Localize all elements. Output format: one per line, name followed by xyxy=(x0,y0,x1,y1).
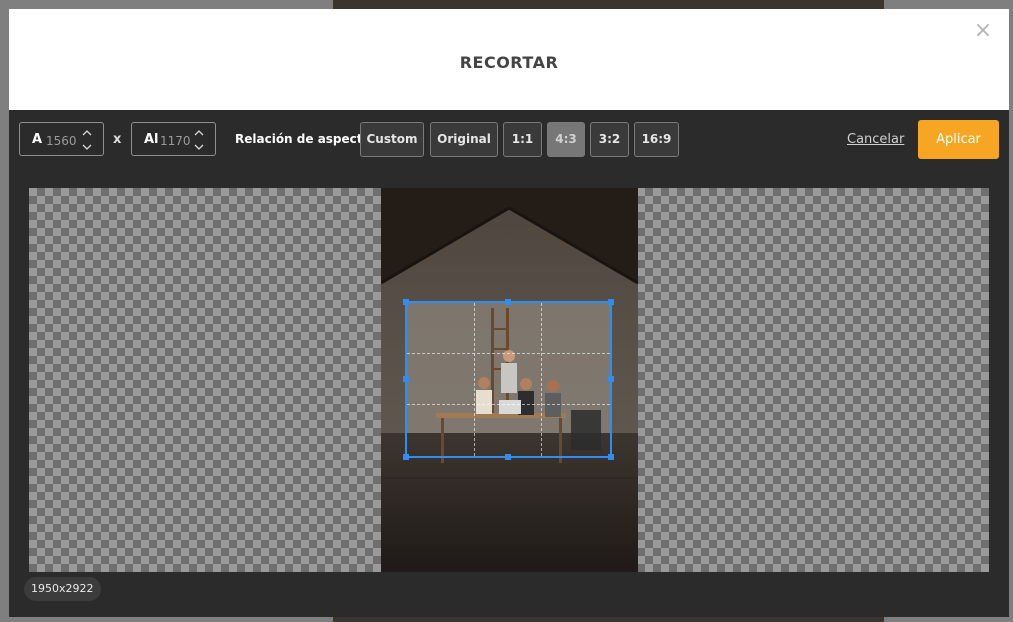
crop-guide-horizontal xyxy=(407,353,610,355)
width-value[interactable]: 1560 xyxy=(46,134,77,148)
height-input[interactable]: Al 1170 xyxy=(131,122,216,156)
ratio-custom-button[interactable]: Custom xyxy=(360,122,424,157)
image-size-badge: 1950x2922 xyxy=(24,577,101,601)
crop-handle-bottom-left[interactable] xyxy=(403,454,409,460)
ratio-1-1-button[interactable]: 1:1 xyxy=(503,122,542,157)
crop-handle-right[interactable] xyxy=(608,376,614,382)
width-label: A xyxy=(32,132,43,147)
cancel-link[interactable]: Cancelar xyxy=(847,132,904,147)
crop-selection[interactable] xyxy=(403,299,614,460)
crop-handle-bottom-right[interactable] xyxy=(608,454,614,460)
height-value[interactable]: 1170 xyxy=(160,134,191,148)
crop-canvas[interactable] xyxy=(29,188,989,572)
crop-handle-top[interactable] xyxy=(505,299,511,305)
height-stepper-icon[interactable] xyxy=(193,127,205,153)
crop-guide-vertical xyxy=(473,303,475,456)
close-icon[interactable]: × xyxy=(973,19,993,43)
crop-handle-bottom[interactable] xyxy=(505,454,511,460)
ratio-3-2-button[interactable]: 3:2 xyxy=(590,122,629,157)
width-input[interactable]: A 1560 xyxy=(19,122,104,156)
crop-guide-vertical xyxy=(540,303,542,456)
dialog-title: RECORTAR xyxy=(459,53,559,72)
aspect-ratio-label: Relación de aspecto xyxy=(235,132,371,146)
dimension-separator: x xyxy=(113,132,122,147)
width-stepper-icon[interactable] xyxy=(81,127,93,153)
dialog-header: RECORTAR × xyxy=(9,9,1009,110)
crop-guide-horizontal xyxy=(407,403,610,405)
ratio-original-button[interactable]: Original xyxy=(430,122,498,157)
crop-toolbar: A 1560 x Al 1170 Relación de aspecto Cus… xyxy=(9,110,1009,170)
crop-handle-top-right[interactable] xyxy=(608,299,614,305)
height-label: Al xyxy=(144,132,159,147)
apply-button[interactable]: Aplicar xyxy=(918,120,999,159)
ratio-16-9-button[interactable]: 16:9 xyxy=(634,122,679,157)
ratio-4-3-button[interactable]: 4:3 xyxy=(547,122,585,157)
crop-handle-top-left[interactable] xyxy=(403,299,409,305)
crop-dialog: RECORTAR × A 1560 x Al 1170 Relación de … xyxy=(9,9,1009,617)
crop-handle-left[interactable] xyxy=(403,376,409,382)
